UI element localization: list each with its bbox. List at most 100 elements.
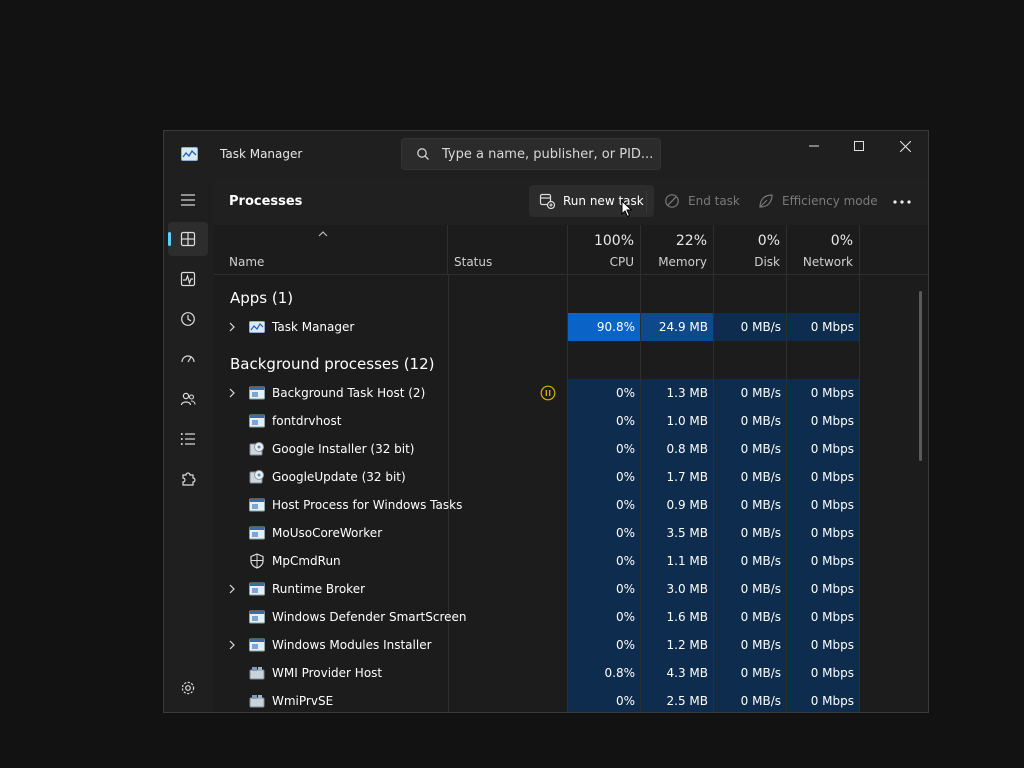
- process-memory: 1.3 MB: [666, 386, 708, 400]
- table-row[interactable]: Host Process for Windows Tasks 0% 0.9 MB 0 …: [214, 491, 928, 519]
- table-row[interactable]: fontdrvhost 0% 1.0 MB 0 MB/s 0 Mbps: [214, 407, 928, 435]
- process-network: 0 Mbps: [810, 442, 854, 456]
- processes-table: Name Status 100% CPU 22% Memory 0% Disk: [214, 225, 928, 712]
- search-input[interactable]: [442, 144, 657, 164]
- process-network: 0 Mbps: [810, 320, 854, 334]
- nav-app-history[interactable]: [168, 302, 208, 336]
- table-row[interactable]: Windows Modules Installer 0% 1.2 MB 0 MB/s 0…: [214, 631, 928, 659]
- nav-services[interactable]: [168, 462, 208, 496]
- process-memory: 2.5 MB: [666, 694, 708, 708]
- process-network: 0 Mbps: [810, 498, 854, 512]
- end-task-button[interactable]: End task: [654, 185, 750, 217]
- efficiency-mode-label: Efficiency mode: [782, 194, 878, 208]
- process-cpu: 0%: [615, 526, 635, 540]
- paused-status-icon: [540, 385, 556, 401]
- nav-startup-apps[interactable]: [168, 342, 208, 376]
- close-icon: [899, 140, 911, 152]
- installer-icon: [249, 442, 264, 456]
- process-disk: 0 MB/s: [740, 320, 781, 334]
- process-network: 0 Mbps: [810, 414, 854, 428]
- run-new-task-button[interactable]: Run new task: [529, 185, 654, 217]
- process-disk: 0 MB/s: [740, 582, 781, 596]
- table-row[interactable]: Runtime Broker 0% 3.0 MB 0 MB/s 0 Mbps: [214, 575, 928, 603]
- chevron-right-icon[interactable]: [229, 584, 235, 594]
- process-disk: 0 MB/s: [740, 470, 781, 484]
- column-header-name[interactable]: Name: [214, 225, 448, 275]
- process-network: 0 Mbps: [810, 610, 854, 624]
- disk-total-percent: 0%: [757, 233, 780, 249]
- column-network-label: Network: [802, 255, 853, 269]
- window-title: Task Manager: [220, 147, 303, 161]
- nav-users[interactable]: [168, 382, 208, 416]
- process-memory: 1.7 MB: [666, 470, 708, 484]
- process-cpu: 0%: [615, 470, 635, 484]
- process-memory: 1.0 MB: [666, 414, 708, 428]
- table-row[interactable]: Task Manager 90.8% 24.9 MB 0 MB/s 0 Mbps: [214, 313, 928, 341]
- process-name: WMI Provider Host: [272, 666, 383, 680]
- hamburger-icon: [181, 194, 195, 206]
- process-name: Google Installer (32 bit): [272, 442, 415, 456]
- window-process-icon: [249, 526, 265, 540]
- maximize-button[interactable]: [836, 131, 882, 161]
- process-cpu: 0.8%: [604, 666, 636, 680]
- nav-processes[interactable]: [168, 222, 208, 256]
- nav-performance[interactable]: [168, 262, 208, 296]
- hamburger-menu-button[interactable]: [168, 183, 208, 217]
- table-row[interactable]: GoogleUpdate (32 bit) 0% 1.7 MB 0 MB/s 0 Mbp…: [214, 463, 928, 491]
- process-cpu: 0%: [615, 582, 635, 596]
- more-options-button[interactable]: [886, 189, 918, 215]
- processes-icon: [180, 231, 196, 247]
- table-row[interactable]: MoUsoCoreWorker 0% 3.5 MB 0 MB/s 0 Mbps: [214, 519, 928, 547]
- table-row[interactable]: Google Installer (32 bit) 0% 0.8 MB 0 MB/s 0…: [214, 435, 928, 463]
- vertical-scrollbar[interactable]: [919, 291, 922, 461]
- process-cpu: 0%: [615, 498, 635, 512]
- process-name: Background Task Host (2): [272, 386, 426, 400]
- chevron-right-icon[interactable]: [229, 322, 235, 332]
- process-name: Windows Modules Installer: [272, 638, 432, 652]
- process-cpu: 0%: [615, 414, 635, 428]
- minimize-button[interactable]: [791, 131, 837, 161]
- group-header-background: Background processes (12): [230, 355, 435, 373]
- mouse-cursor-icon: [621, 200, 633, 218]
- nav-details[interactable]: [168, 422, 208, 456]
- column-memory-label: Memory: [658, 255, 707, 269]
- column-header-status[interactable]: Status: [448, 225, 568, 275]
- column-header-cpu[interactable]: 100% CPU: [568, 225, 641, 275]
- column-header-memory[interactable]: 22% Memory: [641, 225, 714, 275]
- close-button[interactable]: [882, 131, 928, 161]
- memory-total-percent: 22%: [675, 233, 707, 249]
- chevron-right-icon[interactable]: [229, 388, 235, 398]
- table-row[interactable]: Windows Defender SmartScreen 0% 1.6 MB 0 MB…: [214, 603, 928, 631]
- table-row[interactable]: Background Task Host (2) 0% 1.3 MB 0 MB/s 0 …: [214, 379, 928, 407]
- process-network: 0 Mbps: [810, 554, 854, 568]
- table-row[interactable]: WMI Provider Host 0.8% 4.3 MB 0 MB/s 0 Mbps: [214, 659, 928, 687]
- chevron-right-icon[interactable]: [229, 640, 235, 650]
- process-cpu: 0%: [615, 386, 635, 400]
- run-new-task-icon: [539, 193, 555, 209]
- installer-icon: [249, 470, 264, 484]
- network-total-percent: 0%: [830, 233, 853, 249]
- process-memory: 1.6 MB: [666, 610, 708, 624]
- wmi-provider-icon: [249, 667, 265, 680]
- process-name: Windows Defender SmartScreen: [272, 610, 467, 624]
- wmi-provider-icon: [249, 695, 265, 708]
- shield-icon: [250, 553, 264, 569]
- table-row[interactable]: WmiPrvSE 0% 2.5 MB 0 MB/s 0 Mbps: [214, 687, 928, 712]
- process-cpu: 0%: [615, 442, 635, 456]
- cpu-total-percent: 100%: [593, 233, 634, 249]
- toolbar: Processes Run new task End task Efficien…: [214, 179, 928, 225]
- nav-settings[interactable]: [168, 671, 208, 705]
- task-manager-process-icon: [249, 321, 265, 333]
- search-box[interactable]: [401, 138, 661, 170]
- process-disk: 0 MB/s: [740, 554, 781, 568]
- process-disk: 0 MB/s: [740, 386, 781, 400]
- process-disk: 0 MB/s: [740, 638, 781, 652]
- process-memory: 0.8 MB: [666, 442, 708, 456]
- column-header-network[interactable]: 0% Network: [787, 225, 860, 275]
- efficiency-mode-button[interactable]: Efficiency mode: [748, 185, 888, 217]
- process-memory: 24.9 MB: [658, 320, 708, 334]
- leaf-icon: [759, 194, 773, 208]
- task-manager-window: Task Manager Type a name, publisher, or …: [163, 130, 929, 713]
- table-row[interactable]: MpCmdRun 0% 1.1 MB 0 MB/s 0 Mbps: [214, 547, 928, 575]
- column-header-disk[interactable]: 0% Disk: [714, 225, 787, 275]
